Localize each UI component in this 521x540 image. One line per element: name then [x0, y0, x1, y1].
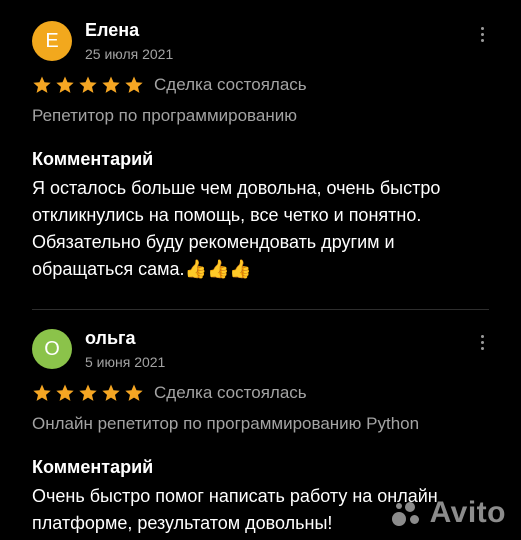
comment-title: Комментарий: [32, 457, 154, 477]
service-name: Репетитор по программированию: [32, 106, 297, 125]
author-name[interactable]: Елена: [85, 19, 173, 41]
review-header: Е Елена 25 июля 2021: [32, 18, 489, 64]
deal-status: Сделка состоялась: [154, 383, 307, 402]
author-block: ольга 5 июня 2021: [85, 327, 165, 371]
author-name[interactable]: ольга: [85, 327, 165, 349]
comment-title: Комментарий: [32, 149, 154, 169]
author-block: Елена 25 июля 2021: [85, 19, 173, 63]
star-icon: [33, 76, 51, 93]
avatar-initial: О: [44, 337, 60, 360]
rating-row: Сделка состоялась: [32, 74, 489, 96]
star-icon: [125, 384, 143, 401]
star-icon: [102, 76, 120, 93]
avito-logo-icon: [390, 499, 424, 527]
more-options-icon[interactable]: [470, 330, 494, 354]
star-icon: [56, 384, 74, 401]
deal-status: Сделка состоялась: [154, 75, 307, 94]
avatar[interactable]: О: [32, 329, 72, 369]
comment-text: Я осталось больше чем довольна, очень бы…: [32, 178, 441, 279]
more-options-icon[interactable]: [470, 22, 494, 46]
review-card: Е Елена 25 июля 2021 Сделка состоялась Р…: [0, 0, 521, 283]
avito-watermark: Avito: [390, 496, 506, 530]
avatar[interactable]: Е: [32, 21, 72, 61]
review-header: О ольга 5 июня 2021: [32, 326, 489, 372]
watermark-text: Avito: [429, 496, 506, 529]
star-rating: [32, 383, 144, 403]
star-icon: [79, 76, 97, 93]
star-icon: [102, 384, 120, 401]
review-date: 25 июля 2021: [85, 46, 174, 62]
star-icon: [79, 384, 97, 401]
star-rating: [32, 75, 144, 95]
service-name: Онлайн репетитор по программированию Pyt…: [32, 414, 420, 433]
review-date: 5 июня 2021: [85, 354, 166, 370]
star-icon: [125, 76, 143, 93]
star-icon: [56, 76, 74, 93]
avatar-initial: Е: [45, 29, 59, 52]
rating-row: Сделка состоялась: [32, 382, 489, 404]
star-icon: [33, 384, 51, 401]
